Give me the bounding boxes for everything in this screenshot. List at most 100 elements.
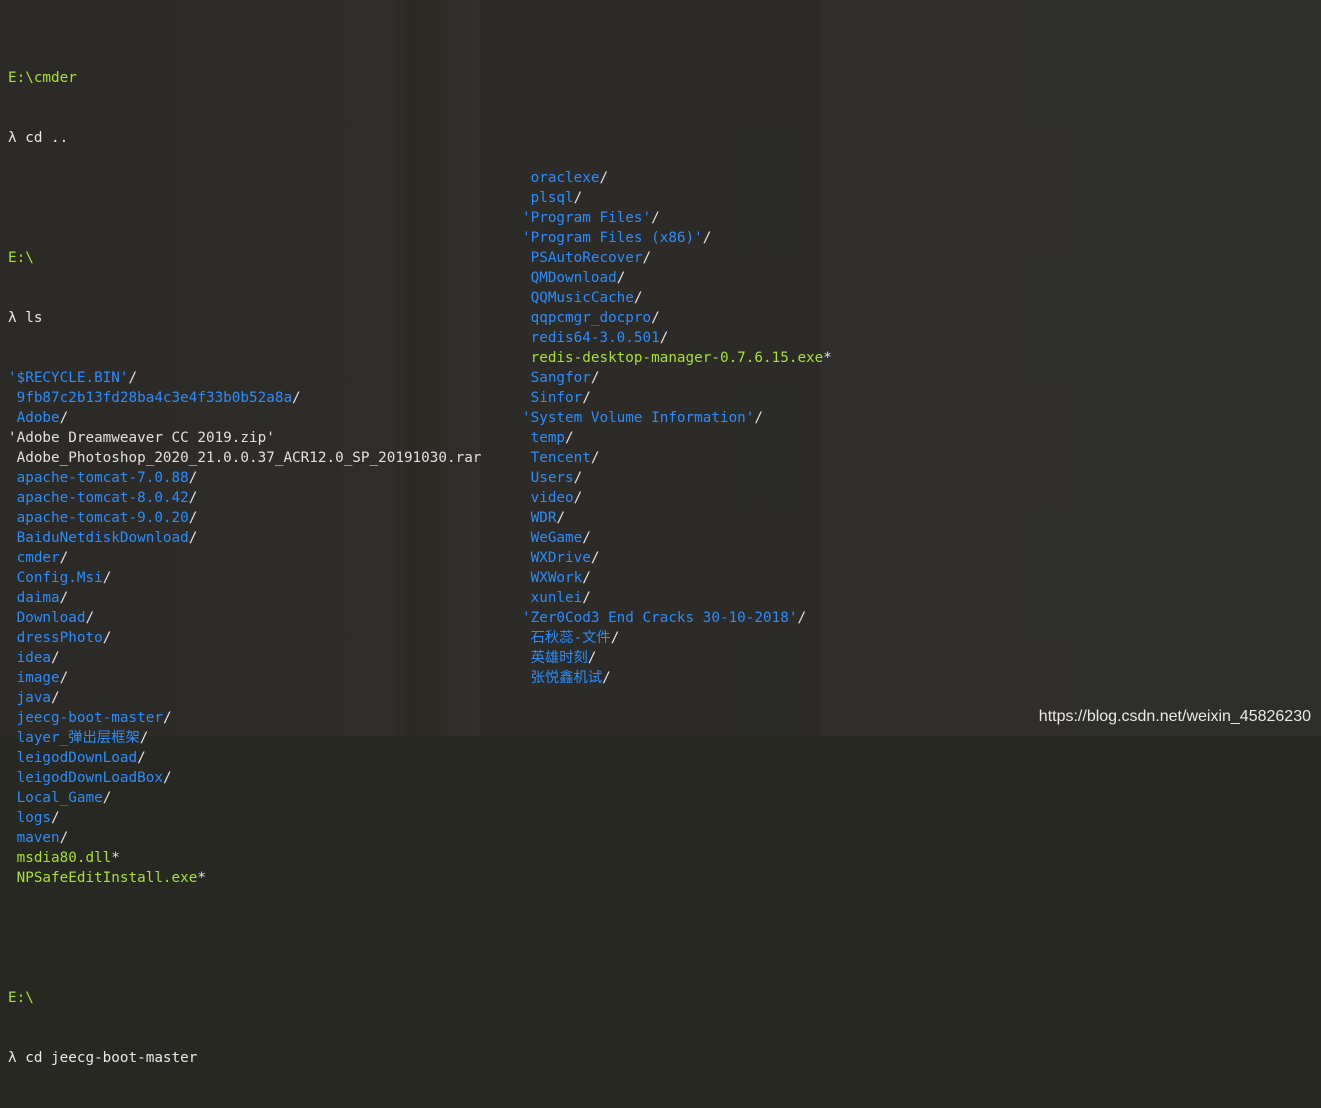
- listing-entry: WXDrive/: [522, 548, 832, 568]
- prompt-path: E:\: [8, 250, 34, 266]
- listing-entry: '$RECYCLE.BIN'/: [8, 368, 481, 388]
- listing-entry: BaiduNetdiskDownload/: [8, 528, 481, 548]
- directory-name: maven: [8, 830, 60, 846]
- file-name: 'Adobe Dreamweaver CC 2019.zip': [8, 430, 275, 446]
- listing-entry: dressPhoto/: [8, 628, 481, 648]
- listing-entry: qqpcmgr_docpro/: [522, 308, 832, 328]
- entry-suffix: /: [590, 450, 600, 466]
- entry-suffix: /: [582, 570, 591, 586]
- listing-entry: 'Zer0Cod3 End Cracks 30-10-2018'/: [522, 608, 832, 628]
- listing-entry: WXWork/: [522, 568, 832, 588]
- listing-entry: Config.Msi/: [8, 568, 481, 588]
- entry-suffix: /: [702, 230, 712, 246]
- listing-entry: plsql/: [522, 188, 832, 208]
- entry-suffix: *: [197, 870, 206, 886]
- listing-entry: 'Adobe Dreamweaver CC 2019.zip': [8, 428, 481, 448]
- entry-suffix: /: [85, 610, 95, 626]
- listing-entry: 张悦鑫机试/: [522, 668, 832, 688]
- listing-entry: leigodDownLoad/: [8, 748, 481, 768]
- file-name: Adobe_Photoshop_2020_21.0.0.37_ACR12.0_S…: [8, 450, 482, 466]
- directory-name: WDR: [522, 510, 557, 526]
- listing-entry: Tencent/: [522, 448, 832, 468]
- entry-suffix: /: [582, 390, 591, 406]
- entry-suffix: /: [633, 290, 643, 306]
- listing-entry: 'Program Files (x86)'/: [522, 228, 832, 248]
- entry-suffix: /: [573, 190, 583, 206]
- directory-name: WXDrive: [522, 550, 591, 566]
- directory-name: daima: [8, 590, 60, 606]
- directory-name: 英雄时刻: [522, 650, 588, 666]
- entry-suffix: /: [590, 370, 600, 386]
- directory-name: WXWork: [522, 570, 583, 586]
- entry-suffix: /: [610, 630, 620, 646]
- entry-suffix: /: [128, 370, 138, 386]
- entry-suffix: /: [51, 810, 60, 826]
- entry-suffix: /: [137, 750, 146, 766]
- entry-suffix: /: [59, 830, 69, 846]
- directory-name: '$RECYCLE.BIN': [8, 370, 129, 386]
- entry-suffix: /: [582, 530, 591, 546]
- listing-entry: WDR/: [522, 508, 832, 528]
- entry-suffix: /: [59, 590, 69, 606]
- entry-suffix: /: [797, 610, 807, 626]
- directory-name: leigodDownLoadBox: [8, 770, 163, 786]
- entry-suffix: /: [162, 770, 172, 786]
- directory-name: layer_弹出层框架: [8, 730, 140, 746]
- directory-name: xunlei: [522, 590, 583, 606]
- directory-name: apache-tomcat-9.0.20: [8, 510, 189, 526]
- directory-name: Sangfor: [522, 370, 591, 386]
- listing-entry: Sinfor/: [522, 388, 832, 408]
- executable-name: NPSafeEditInstall.exe: [8, 870, 198, 886]
- prompt-path: E:\cmder: [8, 70, 77, 86]
- entry-suffix: /: [651, 310, 660, 326]
- listing-entry: WeGame/: [522, 528, 832, 548]
- entry-suffix: /: [556, 510, 566, 526]
- listing-entry: 英雄时刻/: [522, 648, 832, 668]
- entry-suffix: /: [59, 410, 69, 426]
- directory-name: jeecg-boot-master: [8, 710, 163, 726]
- command-line: λ cd ..: [8, 130, 69, 146]
- directory-name: WeGame: [522, 530, 583, 546]
- entry-suffix: /: [188, 530, 198, 546]
- directory-name: 'System Volume Information': [522, 410, 755, 426]
- listing-entry: oraclexe/: [522, 168, 832, 188]
- entry-suffix: /: [51, 690, 60, 706]
- directory-name: 'Program Files': [522, 210, 652, 226]
- directory-name: 石秋蕊-文件: [522, 630, 611, 646]
- directory-name: 张悦鑫机试: [522, 670, 603, 686]
- directory-name: cmder: [8, 550, 60, 566]
- listing-entry: temp/: [522, 428, 832, 448]
- directory-name: QMDownload: [522, 270, 617, 286]
- directory-name: Tencent: [522, 450, 591, 466]
- executable-name: redis-desktop-manager-0.7.6.15.exe: [522, 350, 824, 366]
- entry-suffix: *: [823, 350, 832, 366]
- directory-name: 'Zer0Cod3 End Cracks 30-10-2018': [522, 610, 798, 626]
- entry-suffix: /: [642, 250, 652, 266]
- listing-entry: 'System Volume Information'/: [522, 408, 832, 428]
- listing-entry: image/: [8, 668, 481, 688]
- listing-entry: cmder/: [8, 548, 481, 568]
- entry-suffix: /: [602, 670, 611, 686]
- terminal-window[interactable]: E:\cmder λ cd .. E:\ λ ls '$RECYCLE.BIN'…: [0, 0, 1321, 1066]
- executable-name: msdia80.dll: [8, 850, 112, 866]
- directory-name: Adobe: [8, 410, 60, 426]
- listing-entry: 石秋蕊-文件/: [522, 628, 832, 648]
- directory-name: oraclexe: [522, 170, 600, 186]
- listing-entry: PSAutoRecover/: [522, 248, 832, 268]
- directory-name: dressPhoto: [8, 630, 103, 646]
- directory-name: java: [8, 690, 52, 706]
- listing-entry: QMDownload/: [522, 268, 832, 288]
- directory-name: apache-tomcat-8.0.42: [8, 490, 189, 506]
- directory-name: apache-tomcat-7.0.88: [8, 470, 189, 486]
- entry-suffix: /: [188, 490, 198, 506]
- directory-name: 'Program Files (x86)': [522, 230, 703, 246]
- directory-name: qqpcmgr_docpro: [522, 310, 652, 326]
- listing-entry: apache-tomcat-9.0.20/: [8, 508, 481, 528]
- background-panel: [820, 0, 1321, 736]
- listing-entry: Adobe_Photoshop_2020_21.0.0.37_ACR12.0_S…: [8, 448, 482, 468]
- directory-name: 9fb87c2b13fd28ba4c3e4f33b0b52a8a: [8, 390, 293, 406]
- entry-suffix: /: [590, 550, 600, 566]
- listing-entry: maven/: [8, 828, 481, 848]
